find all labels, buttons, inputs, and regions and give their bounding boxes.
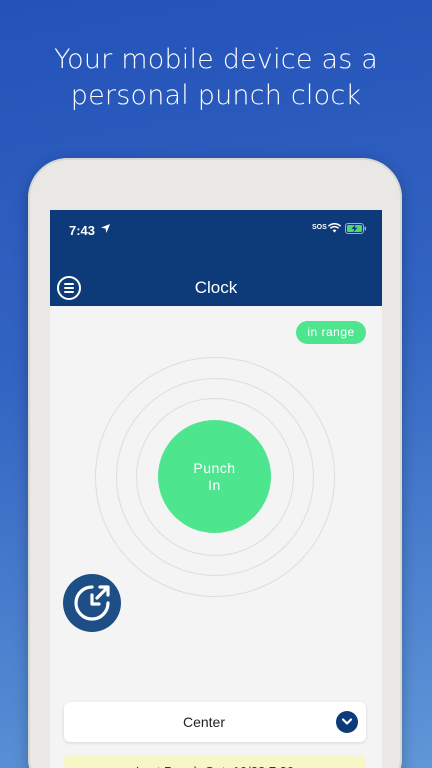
app-bar: Clock — [50, 250, 382, 306]
chevron-down-icon — [336, 711, 358, 733]
history-icon — [74, 585, 110, 621]
location-select-value: Center — [182, 714, 226, 730]
punch-history-button[interactable] — [63, 574, 121, 632]
phone-screen: 7:43 SOS Clock in range Punch In Center — [50, 210, 382, 768]
punch-in-button[interactable]: Punch In — [158, 420, 271, 533]
location-arrow-icon — [101, 224, 110, 233]
promo-headline: Your mobile device as a personal punch c… — [0, 42, 432, 114]
page-title: Clock — [194, 278, 238, 297]
promo-line-2: personal punch clock — [70, 80, 362, 111]
sos-indicator: SOS — [312, 224, 327, 231]
location-select[interactable]: Center — [64, 702, 366, 742]
punch-label-line-1: Punch — [193, 459, 236, 476]
promo-line-1: Your mobile device as a — [54, 44, 378, 75]
status-bar: 7:43 SOS — [50, 210, 382, 250]
punch-label-line-2: In — [208, 476, 221, 493]
status-time: 7:43 — [69, 223, 96, 238]
in-range-badge: in range — [296, 321, 366, 344]
wifi-icon — [328, 223, 341, 233]
battery-charging-icon — [345, 223, 367, 234]
last-punch-banner: Last Punch Out: 10/28 7:30 — [64, 756, 366, 768]
